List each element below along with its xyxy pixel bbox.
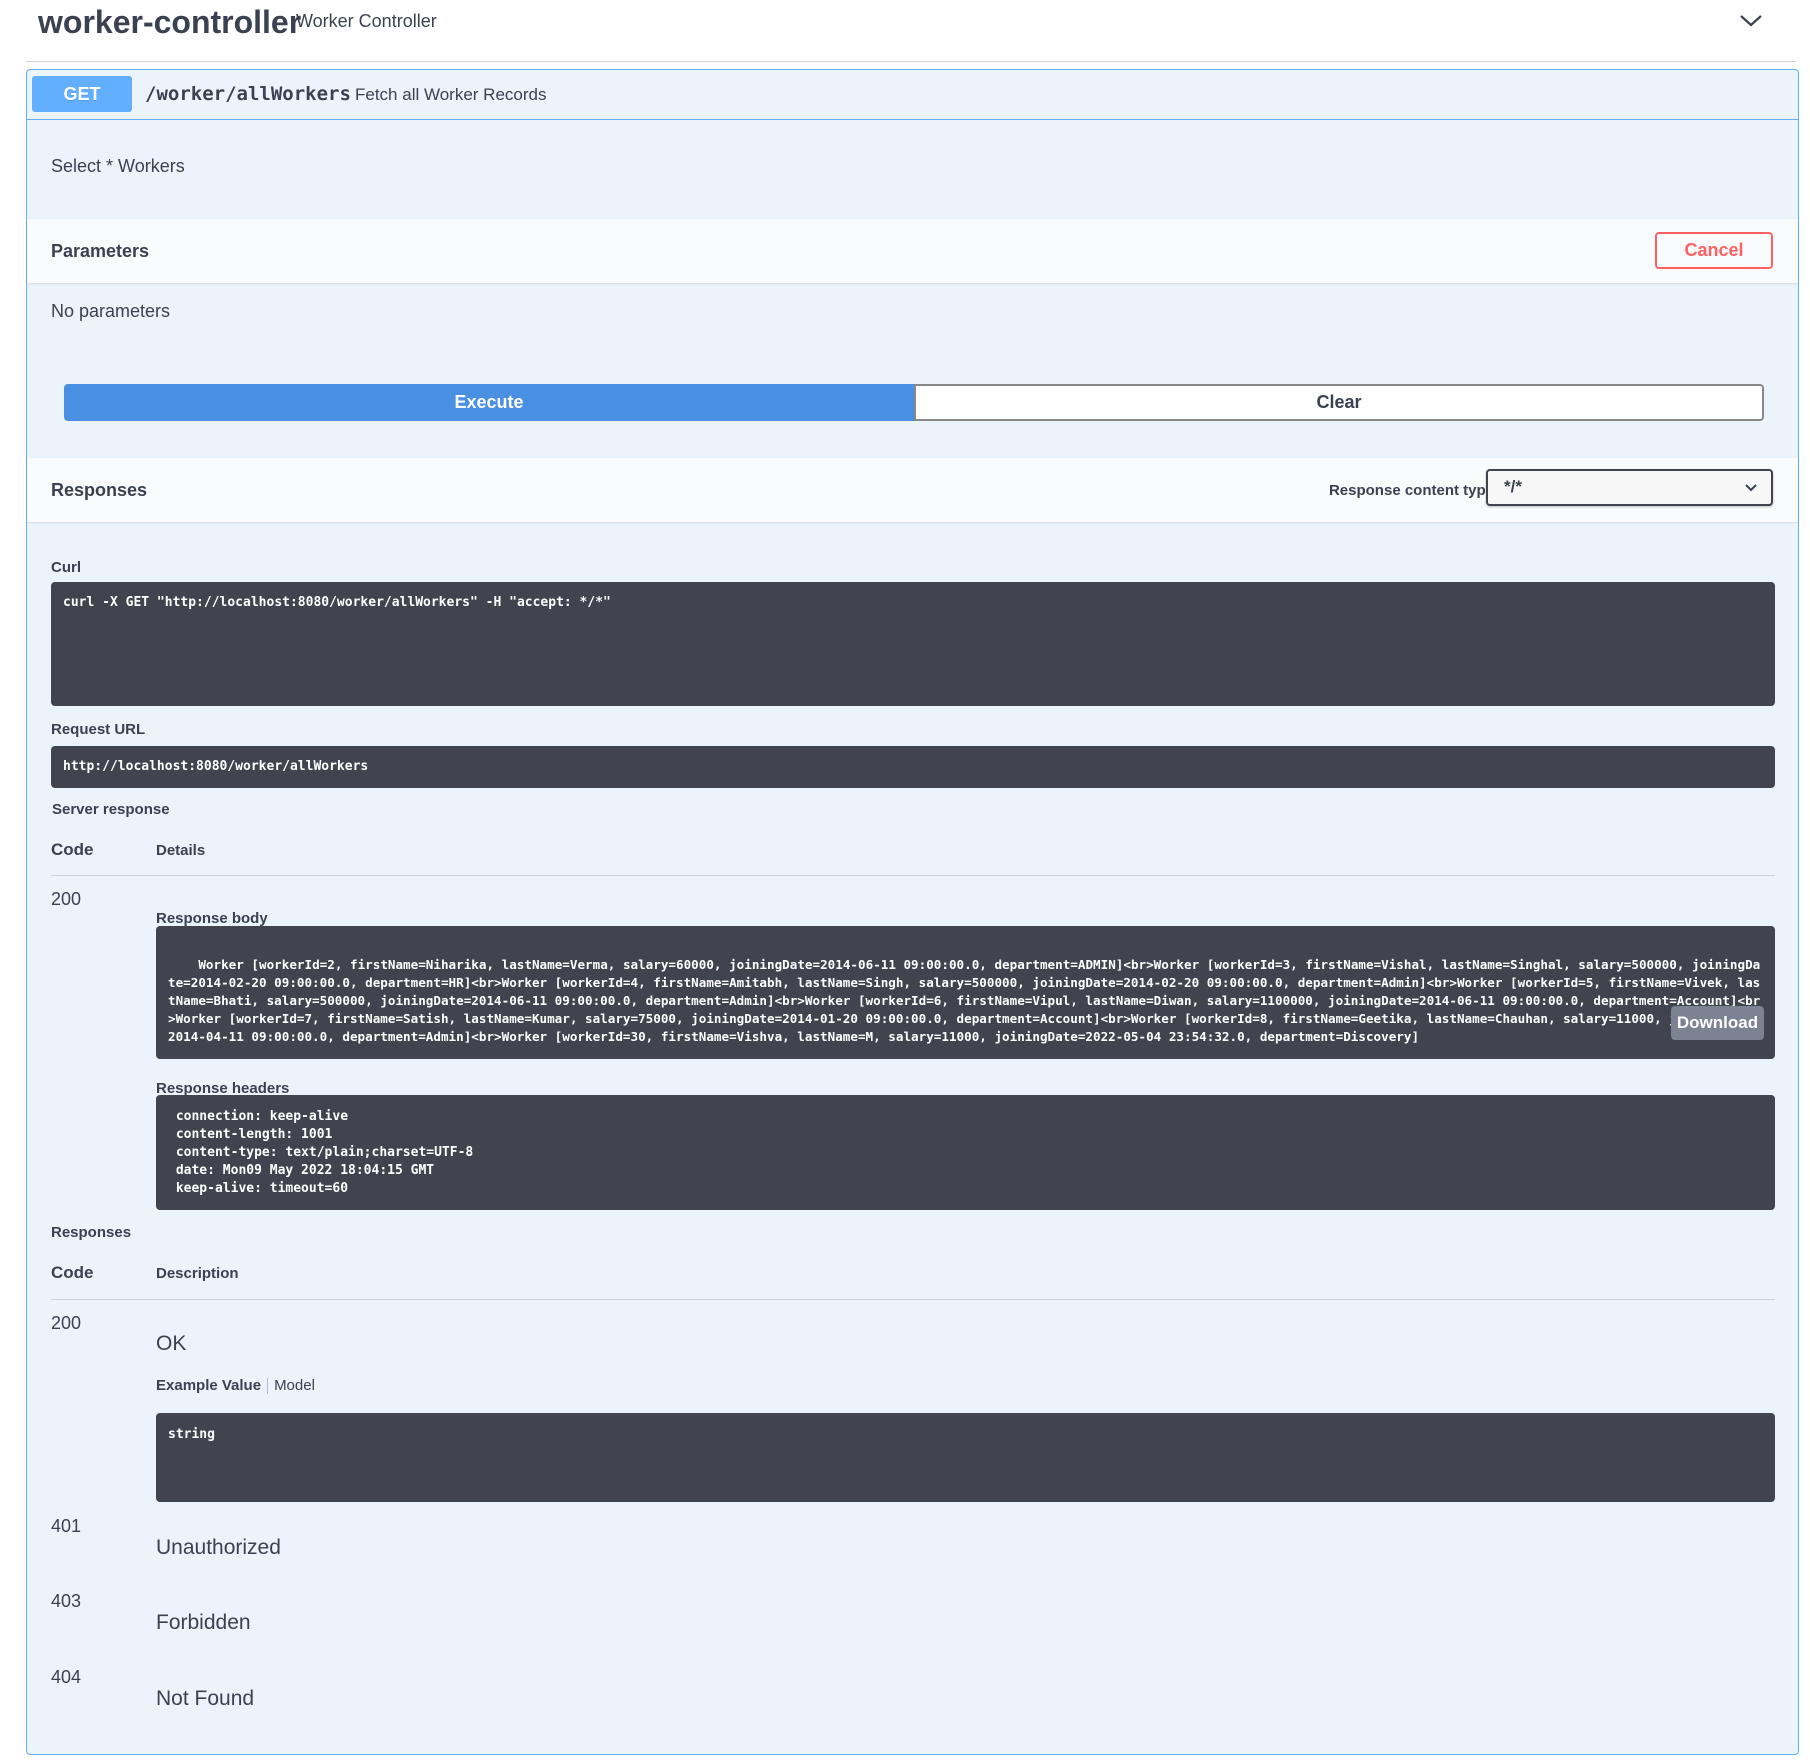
response-body-text: Worker [workerId=2, firstName=Niharika, … — [168, 957, 1761, 1044]
parameters-header: Parameters Cancel — [27, 219, 1798, 283]
example-value[interactable]: string — [156, 1413, 1775, 1502]
tab-example-value[interactable]: Example Value — [156, 1377, 261, 1394]
description-column-header: Description — [156, 1265, 239, 1282]
divider — [51, 875, 1775, 876]
response-description-403: Forbidden — [156, 1611, 251, 1634]
response-description-401: Unauthorized — [156, 1536, 281, 1559]
operation-description: Select * Workers — [51, 156, 185, 176]
request-url-label: Request URL — [51, 721, 146, 738]
code-column-header: Code — [51, 1263, 94, 1282]
example-tabs: Example Value Model — [156, 1377, 315, 1395]
response-headers[interactable]: connection: keep-alive content-length: 1… — [156, 1095, 1775, 1210]
tag-header[interactable]: worker-controller Worker Controller — [26, 0, 1796, 62]
response-code-403: 403 — [51, 1591, 82, 1611]
parameters-title: Parameters — [51, 241, 150, 261]
method-badge: GET — [32, 76, 132, 112]
response-status-code: 200 — [51, 889, 82, 909]
clear-button[interactable]: Clear — [914, 384, 1764, 421]
chevron-down-icon[interactable] — [1736, 8, 1766, 32]
code-column-header: Code — [51, 840, 94, 859]
divider — [51, 1299, 1775, 1300]
curl-label: Curl — [51, 559, 81, 576]
request-url[interactable]: http://localhost:8080/worker/allWorkers — [51, 746, 1775, 788]
content-type-label: Response content type — [1328, 482, 1494, 499]
tag-description: Worker Controller — [296, 11, 437, 31]
response-description-200: OK — [156, 1332, 187, 1355]
response-body[interactable]: Worker [workerId=2, firstName=Niharika, … — [156, 926, 1775, 1059]
response-body-label: Response body — [156, 910, 268, 927]
operation-block: GET /worker/allWorkers Fetch all Worker … — [26, 69, 1799, 1755]
responses-header: Responses Response content type */* — [27, 458, 1798, 522]
tab-separator — [267, 1378, 269, 1395]
operation-summary[interactable]: GET /worker/allWorkers Fetch all Worker … — [27, 70, 1798, 120]
responses-title: Responses — [51, 480, 148, 500]
response-code-401: 401 — [51, 1516, 82, 1536]
download-button[interactable]: Download — [1671, 1006, 1764, 1040]
operation-path: /worker/allWorkers — [145, 83, 351, 105]
no-parameters-text: No parameters — [51, 301, 171, 321]
cancel-button[interactable]: Cancel — [1655, 232, 1773, 269]
server-response-label: Server response — [52, 801, 170, 818]
response-code-404: 404 — [51, 1667, 82, 1687]
tab-model[interactable]: Model — [274, 1377, 315, 1394]
execute-wrapper: Execute Clear — [64, 384, 1764, 421]
tag-name[interactable]: worker-controller — [38, 4, 301, 41]
content-type-select[interactable]: */* — [1486, 469, 1773, 506]
documented-responses-title: Responses — [51, 1224, 132, 1241]
content-type-value: */* — [1504, 477, 1522, 496]
chevron-down-icon — [1745, 484, 1757, 492]
operation-summary-text: Fetch all Worker Records — [355, 85, 547, 104]
curl-command[interactable]: curl -X GET "http://localhost:8080/worke… — [51, 582, 1775, 706]
details-column-header: Details — [156, 842, 206, 859]
execute-button[interactable]: Execute — [64, 384, 914, 421]
response-description-404: Not Found — [156, 1687, 255, 1710]
response-code-200: 200 — [51, 1313, 82, 1333]
